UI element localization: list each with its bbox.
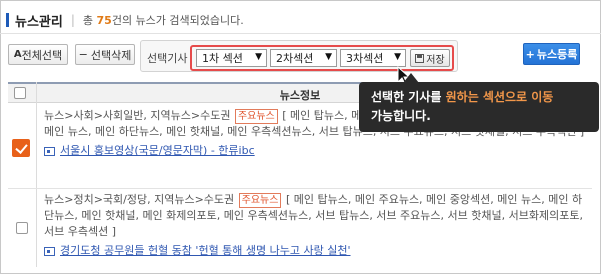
tooltip-text-pre: 선택한 기사를: [371, 90, 446, 104]
minus-icon: −: [78, 48, 88, 61]
section1-select[interactable]: 1차 섹션 ▼: [196, 49, 267, 67]
count-suffix: 건의 뉴스가 검색되었습니다.: [111, 14, 244, 27]
dropdown-arrow-icon: ▼: [255, 52, 262, 62]
dropdown-arrow-icon: ▼: [394, 52, 401, 62]
tooltip-highlight: 원하는 섹션으로 이동: [445, 90, 554, 104]
category-path: 뉴스>정치>국회/정당, 지역뉴스>수도권: [44, 193, 235, 206]
select-all-icon: A: [13, 49, 22, 60]
save-button[interactable]: 저장: [410, 49, 450, 67]
row-divider: [8, 188, 592, 189]
page-header: 뉴스관리 | 총 75건의 뉴스가 검색되었습니다.: [6, 10, 244, 30]
header-divider-line: [0, 33, 601, 34]
news-title-link[interactable]: 서울시 홍보영상(국문/영문자막) - 한류ibc: [60, 143, 255, 159]
section3-select[interactable]: 3차섹션 ▼: [340, 49, 406, 67]
section2-value: 2차섹션: [276, 52, 314, 65]
news-title-link[interactable]: 경기도청 공무원들 헌혈 동참 '헌혈 통해 생명 나누고 사랑 실천': [60, 243, 351, 259]
table-row: 뉴스>정치>국회/정당, 지역뉴스>수도권 주요뉴스 [ 메인 탑뉴스, 메인 …: [44, 192, 589, 259]
column-divider: [36, 82, 37, 267]
result-count-text: 총 75건의 뉴스가 검색되었습니다.: [83, 12, 244, 28]
news-link-line[interactable]: 경기도청 공무원들 헌혈 동참 '헌혈 통해 생명 나누고 사랑 실천': [44, 243, 589, 259]
section3-value: 3차섹션: [346, 52, 384, 65]
row-checkbox[interactable]: [16, 222, 28, 234]
section2-select[interactable]: 2차섹션 ▼: [270, 49, 337, 67]
count-prefix: 총: [82, 14, 94, 27]
save-label: 저장: [426, 54, 445, 66]
dropdown-arrow-icon: ▼: [325, 52, 332, 62]
help-tooltip: 선택한 기사를 원하는 섹션으로 이동가능합니다.: [359, 73, 599, 132]
result-count: 75: [96, 14, 112, 27]
main-news-badge: 주요뉴스: [238, 193, 282, 208]
floppy-disk-icon: [415, 53, 425, 63]
page-title: 뉴스관리: [15, 14, 63, 30]
move-label: 선택기사: [147, 52, 188, 65]
photo-icon: [44, 246, 55, 256]
news-info-text: 뉴스>정치>국회/정당, 지역뉴스>수도권 주요뉴스 [ 메인 탑뉴스, 메인 …: [44, 192, 589, 240]
tooltip-text-post: 가능합니다.: [371, 109, 431, 123]
photo-icon: [44, 146, 55, 156]
header-divider: |: [70, 13, 75, 27]
category-path: 뉴스>사회>사회일반, 지역뉴스>수도권: [44, 109, 231, 122]
main-news-badge: 주요뉴스: [234, 109, 278, 124]
row-checkbox-checked[interactable]: [12, 139, 30, 157]
select-all-button[interactable]: A 전체선택: [8, 44, 68, 65]
register-news-label: 뉴스등록: [536, 48, 578, 61]
register-news-button[interactable]: + 뉴스등록: [523, 43, 580, 65]
section1-value: 1차 섹션: [202, 52, 243, 65]
select-all-label: 전체선택: [21, 48, 63, 62]
news-link-line[interactable]: 서울시 홍보영상(국문/영문자막) - 한류ibc: [44, 143, 589, 159]
plus-icon: +: [525, 47, 535, 61]
delete-selected-button[interactable]: − 선택삭제: [75, 44, 135, 65]
delete-selected-label: 선택삭제: [90, 48, 132, 62]
title-accent-bar: [6, 13, 9, 27]
